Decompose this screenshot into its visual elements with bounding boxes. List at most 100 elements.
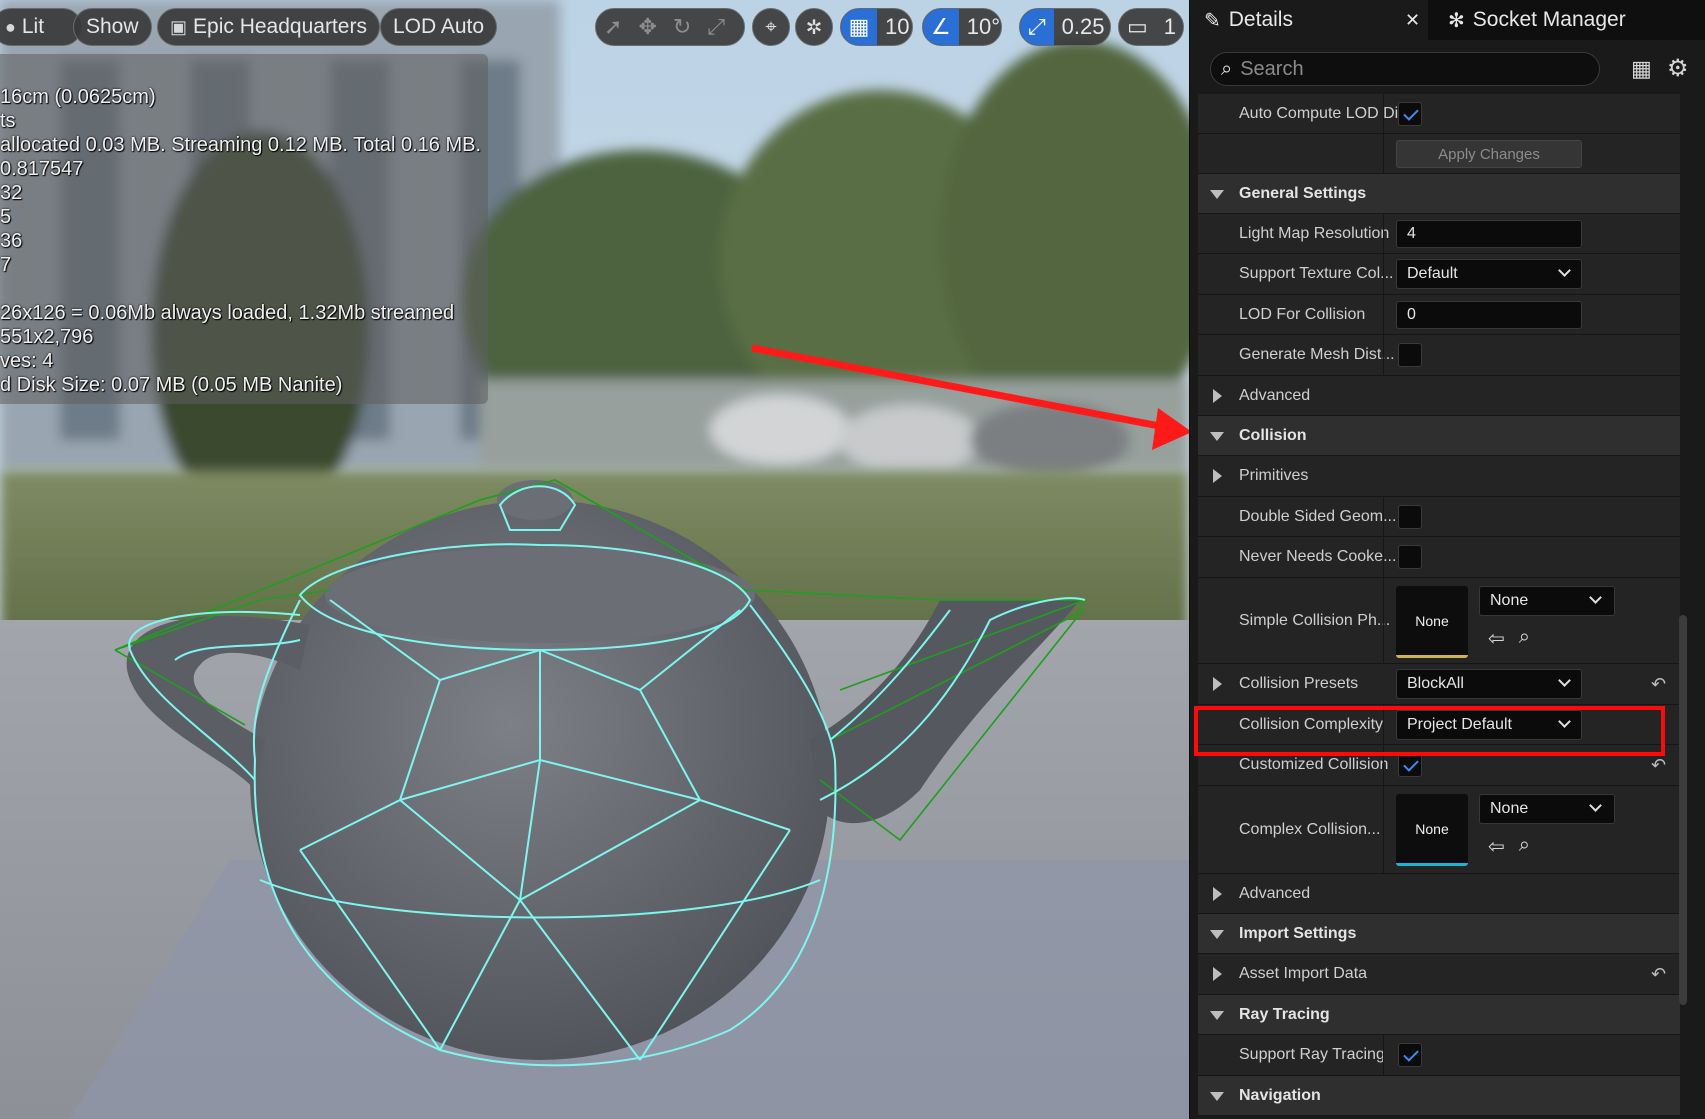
section-import-settings[interactable]: Import Settings (1198, 914, 1680, 954)
section-label: General Settings (1239, 184, 1367, 202)
stat-line: allocated 0.03 MB. Streaming 0.12 MB. To… (0, 134, 481, 156)
section-ray-tracing[interactable]: Ray Tracing (1198, 995, 1680, 1035)
chevron-down-icon (1589, 591, 1602, 604)
stat-line: d Disk Size: 0.07 MB (0.05 MB Nanite) (0, 374, 343, 396)
select-arrow-icon[interactable]: ➚ (596, 9, 630, 45)
table-view-icon[interactable]: ▦ (1631, 56, 1652, 82)
details-panel: ✎ Details ✕ ✻ Socket Manager ⌕ ▦ ⚙ Auto … (1189, 0, 1705, 1119)
translate-icon[interactable]: ✥ (630, 9, 664, 45)
lod-for-collision-input[interactable]: 0 (1396, 301, 1582, 329)
light-map-resolution-input[interactable]: 4 (1396, 220, 1582, 248)
stat-line: 7 (0, 254, 12, 276)
never-needs-cooked-checkbox[interactable] (1398, 545, 1422, 569)
expand-down-icon (1210, 930, 1224, 939)
surface-snapping-icon[interactable]: ✲ (795, 8, 833, 46)
browse-asset-icon[interactable]: ⌕ (1519, 626, 1530, 651)
expand-down-icon (1210, 1092, 1224, 1101)
preview-scene-button[interactable]: ▣ Epic Headquarters (157, 8, 380, 46)
search-box[interactable]: ⌕ (1210, 52, 1600, 86)
property-row-support-texture: Support Texture Col... Default (1198, 254, 1680, 295)
settings-gear-icon[interactable]: ⚙ (1667, 54, 1689, 83)
subsection-primitives[interactable]: Primitives (1198, 456, 1680, 497)
tab-details[interactable]: ✎ Details ✕ (1190, 0, 1428, 40)
use-selected-asset-icon[interactable]: ⇦ (1488, 834, 1505, 859)
lod-auto-button[interactable]: LOD Auto (380, 8, 498, 46)
apply-changes-button[interactable]: Apply Changes (1396, 140, 1582, 168)
property-row-simple-collision-physical-material: Simple Collision Ph... None None ⇦ ⌕ (1198, 578, 1680, 664)
angle-snap-icon[interactable]: ∠ (923, 9, 959, 45)
browse-asset-icon[interactable]: ⌕ (1519, 834, 1530, 859)
sphere-icon: ● (5, 16, 16, 37)
reset-to-default-icon[interactable]: ↶ (1651, 674, 1666, 695)
scale-snap-group[interactable]: ⤢ 0.25 (1019, 8, 1111, 46)
stat-line: 0.817547 (0, 158, 84, 180)
asset-picker-icons: ⇦ ⌕ (1488, 626, 1530, 651)
customized-collision-checkbox[interactable] (1398, 753, 1422, 777)
stat-line: ts (0, 110, 16, 132)
reset-to-default-icon[interactable]: ↶ (1651, 964, 1666, 985)
search-input[interactable] (1240, 57, 1561, 81)
support-texture-combo[interactable]: Default (1396, 259, 1582, 289)
rotate-icon[interactable]: ↻ (665, 9, 699, 45)
section-label: Import Settings (1239, 924, 1357, 942)
property-row-apply-changes: Apply Changes (1198, 134, 1680, 174)
property-label: Generate Mesh Dist... (1239, 346, 1395, 363)
chevron-down-icon (1558, 674, 1571, 687)
annotation-highlight-box (1194, 706, 1665, 756)
section-label: Navigation (1239, 1086, 1321, 1104)
grid-snap-icon[interactable]: ▦ (841, 9, 877, 45)
expand-right-icon (1213, 469, 1222, 483)
rotation-snap-value[interactable]: 10° (959, 9, 1001, 45)
combo-value: None (1490, 800, 1529, 817)
complex-collision-combo[interactable]: None (1479, 794, 1615, 824)
close-icon[interactable]: ✕ (1405, 10, 1420, 31)
search-icon: ⌕ (1221, 57, 1233, 80)
property-row-double-sided: Double Sided Geom... (1198, 497, 1680, 537)
expand-right-icon (1213, 389, 1222, 403)
simple-collision-thumbnail[interactable]: None (1396, 586, 1468, 658)
details-scrollbar[interactable] (1679, 615, 1687, 1005)
camera-icon[interactable]: ▭ (1119, 9, 1156, 45)
collision-presets-combo[interactable]: BlockAll (1396, 669, 1582, 699)
property-label: Light Map Resolution (1239, 224, 1390, 242)
tab-socket-manager-label: Socket Manager (1472, 8, 1626, 31)
property-row-complex-collision-mesh: Complex Collision... None None ⇦ ⌕ (1198, 786, 1680, 874)
section-navigation[interactable]: Navigation (1198, 1076, 1680, 1116)
double-sided-checkbox[interactable] (1398, 505, 1422, 529)
scale-snap-icon[interactable]: ⤢ (1020, 9, 1054, 45)
property-label: LOD For Collision (1239, 305, 1366, 323)
support-ray-tracing-checkbox[interactable] (1398, 1043, 1422, 1067)
lit-view-mode-button[interactable]: ● Lit (0, 8, 82, 46)
subsection-label: Advanced (1239, 884, 1311, 902)
scale-icon[interactable]: ⤢ (699, 9, 733, 45)
auto-compute-lod-checkbox[interactable] (1398, 102, 1422, 126)
tab-socket-manager[interactable]: ✻ Socket Manager (1448, 0, 1698, 40)
property-label: Complex Collision... (1239, 820, 1381, 838)
show-menu-button[interactable]: Show (73, 8, 152, 46)
grid-snap-value[interactable]: 10 (877, 9, 912, 45)
subsection-advanced[interactable]: Advanced (1198, 376, 1680, 416)
subsection-label: Primitives (1239, 467, 1309, 484)
subsection-asset-import-data[interactable]: Asset Import Data ↶ (1198, 954, 1680, 995)
scale-snap-value[interactable]: 0.25 (1054, 9, 1110, 45)
world-local-icon[interactable]: ⌖ (752, 8, 790, 46)
simple-collision-combo[interactable]: None (1479, 586, 1615, 616)
reset-to-default-icon[interactable]: ↶ (1651, 755, 1666, 776)
rotation-snap-group[interactable]: ∠ 10° (922, 8, 1002, 46)
expand-right-icon[interactable] (1213, 677, 1222, 691)
property-row-never-needs-cooked: Never Needs Cooke... (1198, 537, 1680, 578)
section-general-settings[interactable]: General Settings (1198, 174, 1680, 214)
use-selected-asset-icon[interactable]: ⇦ (1488, 626, 1505, 651)
editor-viewport[interactable]: ● Lit Show ▣ Epic Headquarters LOD Auto … (0, 0, 1189, 1119)
camera-speed-group[interactable]: ▭ 1 (1118, 8, 1184, 46)
complex-collision-thumbnail[interactable]: None (1396, 794, 1468, 866)
subsection-collision-advanced[interactable]: Advanced (1198, 874, 1680, 914)
section-collision[interactable]: Collision (1198, 416, 1680, 456)
chevron-down-icon (1558, 264, 1571, 277)
image-icon: ▣ (170, 16, 188, 37)
stat-line: 26x126 = 0.06Mb always loaded, 1.32Mb st… (0, 302, 455, 324)
grid-snap-group[interactable]: ▦ 10 (840, 8, 913, 46)
generate-mesh-distance-checkbox[interactable] (1398, 343, 1422, 367)
property-row-generate-mesh-distance: Generate Mesh Dist... (1198, 335, 1680, 376)
property-label: Collision Presets (1239, 675, 1359, 692)
